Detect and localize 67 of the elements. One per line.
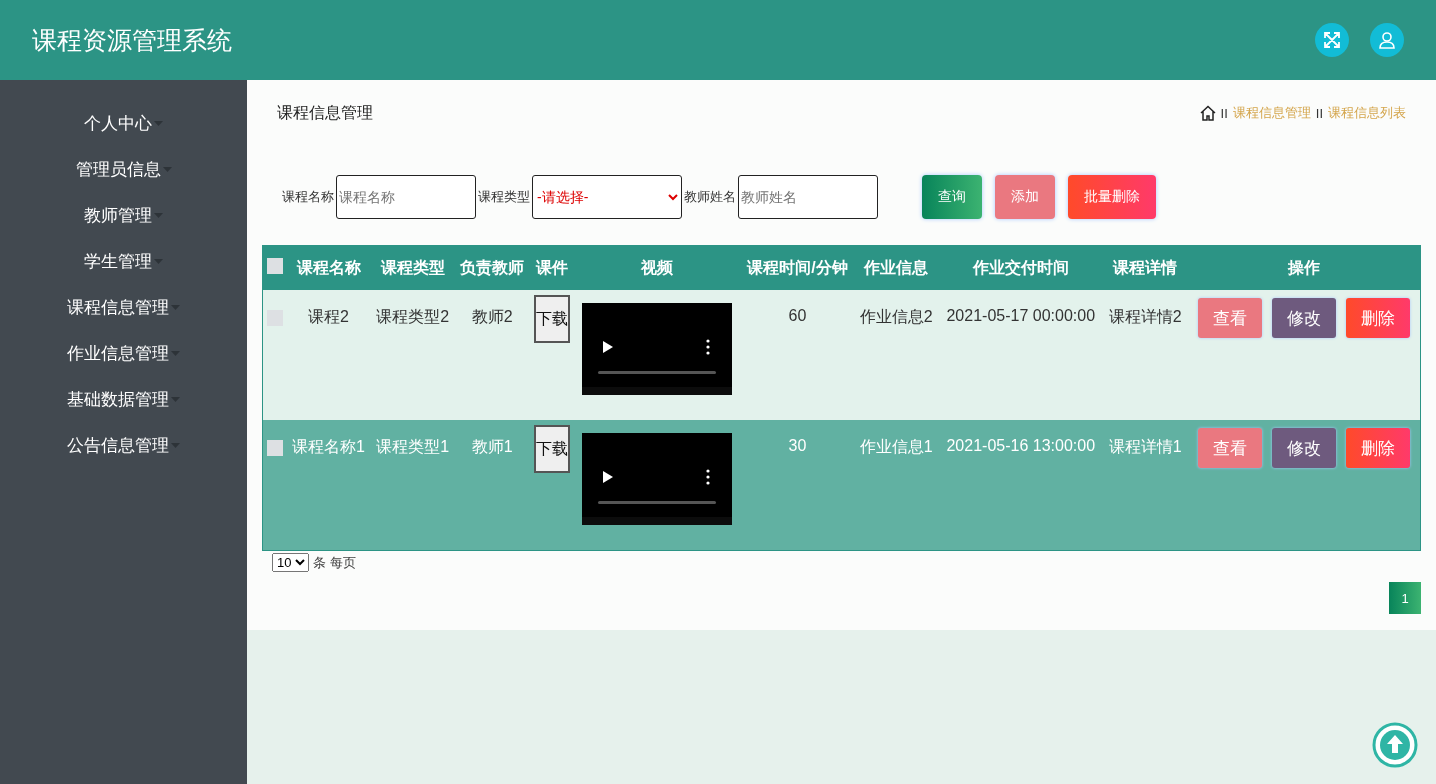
query-button[interactable]: 查询	[922, 175, 982, 219]
home-icon[interactable]	[1199, 105, 1216, 121]
column-header: 课程类型	[370, 245, 455, 290]
caret-icon	[171, 442, 180, 448]
table-cell: 课程2	[308, 308, 349, 325]
table-cell: 作业信息1	[859, 438, 933, 455]
select-all-checkbox[interactable]	[266, 258, 283, 274]
breadcrumb-separator: II	[1315, 105, 1323, 121]
type-select[interactable]: -请选择-	[532, 175, 682, 219]
column-header: 课程时间/分钟	[740, 245, 855, 290]
field-label: 课程类型	[478, 188, 530, 206]
column-header: 视频	[574, 245, 741, 290]
caret-icon	[171, 396, 180, 402]
breadcrumb-separator: II	[1220, 105, 1228, 121]
column-header: 操作	[1187, 245, 1421, 290]
download-button[interactable]: 下载	[533, 295, 570, 343]
sidebar-item[interactable]: 个人中心	[84, 111, 152, 135]
page-title: 课程信息管理	[277, 102, 373, 123]
table-cell: 作业信息2	[859, 308, 933, 325]
table-cell: 教师2	[471, 308, 513, 325]
delete-button[interactable]: 删除	[1345, 428, 1410, 468]
caret-icon	[154, 212, 163, 218]
table-cell: 课程类型1	[376, 438, 450, 455]
column-header: 作业交付时间	[938, 245, 1104, 290]
search-field[interactable]: 教师姓名	[738, 175, 878, 219]
field-label: 课程名称	[282, 188, 334, 206]
caret-icon	[154, 120, 163, 126]
caret-icon	[162, 166, 172, 172]
table-cell: 课程详情2	[1108, 308, 1182, 325]
sidebar-item[interactable]: 学生管理	[84, 249, 152, 273]
delete-button[interactable]: 删除	[1345, 298, 1410, 338]
fullscreen-icon[interactable]	[1315, 23, 1349, 57]
page-size-label: 条 每页	[313, 553, 356, 572]
row-checkbox[interactable]	[266, 440, 283, 456]
sidebar-item[interactable]: 课程信息管理	[67, 295, 169, 319]
table-cell: 2021-05-16 13:00:00	[946, 437, 1096, 454]
sidebar-item[interactable]: 管理员信息	[75, 157, 161, 181]
caret-icon	[171, 304, 180, 310]
table-cell: 30	[788, 437, 807, 454]
search-field[interactable]: 课程名称	[336, 175, 476, 219]
caret-icon	[154, 258, 163, 264]
table-cell: 教师1	[471, 438, 513, 455]
column-header: 课程详情	[1103, 245, 1188, 290]
table-cell: 2021-05-17 00:00:00	[946, 307, 1096, 324]
back-to-top-icon[interactable]	[1372, 722, 1418, 768]
table-cell: 课程类型2	[376, 308, 450, 325]
sidebar-item[interactable]: 公告信息管理	[67, 433, 169, 457]
caret-icon	[171, 350, 180, 356]
edit-button[interactable]: 修改	[1271, 428, 1336, 468]
edit-button[interactable]: 修改	[1271, 298, 1336, 338]
field-label: 教师姓名	[684, 188, 736, 206]
sidebar-item[interactable]: 教师管理	[84, 203, 152, 227]
sidebar-item[interactable]: 基础数据管理	[67, 387, 169, 411]
table-cell: 60	[788, 307, 807, 324]
column-header: 课程名称	[286, 245, 371, 290]
page-size-select[interactable]: 10	[272, 553, 309, 572]
user-icon[interactable]	[1370, 23, 1404, 57]
column-header: 负责教师	[454, 245, 530, 290]
column-header: 作业信息	[854, 245, 939, 290]
sidebar-item[interactable]: 作业信息管理	[67, 341, 169, 365]
page-button[interactable]: 1	[1389, 582, 1421, 614]
download-button[interactable]: 下载	[533, 425, 570, 473]
column-header: 课件	[529, 245, 575, 290]
table-cell: 课程详情1	[1108, 438, 1182, 455]
table-cell: 课程名称1	[292, 438, 365, 455]
batch-delete-button[interactable]: 批量删除	[1068, 175, 1156, 219]
app-title: 课程资源管理系统	[32, 24, 233, 56]
